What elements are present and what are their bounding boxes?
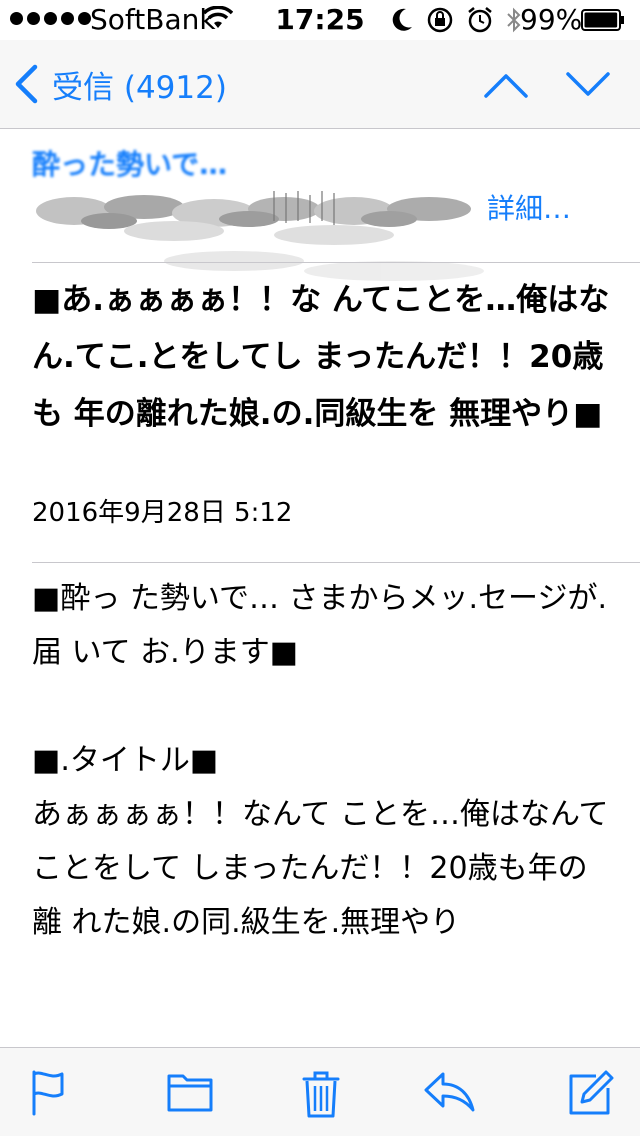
alarm-icon (468, 7, 492, 33)
back-to-inbox-button[interactable]: 受信 (4912) (14, 60, 227, 108)
message-date: 2016年9月28日 5:12 (32, 498, 293, 528)
reply-icon[interactable] (423, 1070, 475, 1114)
message-subject: ■あ.ぁぁぁぁ！！な んてことを…俺はなん.てこ.とをしてし まったんだ！！20… (32, 282, 610, 432)
compose-icon[interactable] (568, 1070, 614, 1116)
body-paragraph: ■酔っ た勢いで… さまからメッ.セージが.届 いて お.ります■ (32, 581, 607, 670)
details-link[interactable]: 詳細… (487, 187, 571, 227)
navigation-bar: 受信 (4912) (0, 40, 640, 129)
bottom-toolbar (0, 1047, 640, 1136)
body-paragraph: あぁぁぁぁ！！なんて ことを…俺はなんてことをして しまったんだ！！20歳も年の… (32, 797, 609, 940)
battery-icon (581, 9, 624, 31)
moon-icon (392, 8, 412, 31)
status-icons (392, 6, 522, 34)
body-paragraph: ■.タイトル■ (32, 743, 219, 778)
sender-name[interactable]: 酔った勢いで… (32, 143, 227, 183)
status-bar: SoftBank 17:25 99% (0, 0, 640, 40)
battery-fill (584, 12, 618, 28)
chevron-left-icon (15, 64, 38, 104)
message-body: ■酔っ た勢いで… さまからメッ.セージが.届 いて お.ります■ ■.タイトル… (32, 572, 617, 950)
subject-divider (32, 562, 640, 563)
folder-icon[interactable] (167, 1070, 213, 1112)
mail-header: 酔った勢いで… 詳細… (0, 129, 640, 281)
flag-icon[interactable] (30, 1070, 70, 1116)
header-divider (32, 262, 640, 263)
back-button-label: 受信 (4912) (52, 69, 227, 106)
rotation-lock-icon (427, 7, 453, 33)
trash-icon[interactable] (302, 1070, 340, 1118)
next-message-button[interactable] (564, 66, 612, 102)
battery-percent: 99% (520, 3, 583, 36)
mail-screen: SoftBank 17:25 99% 受信 (4912) 酔った勢いで… 詳細…… (0, 0, 640, 1136)
previous-message-button[interactable] (482, 66, 530, 102)
